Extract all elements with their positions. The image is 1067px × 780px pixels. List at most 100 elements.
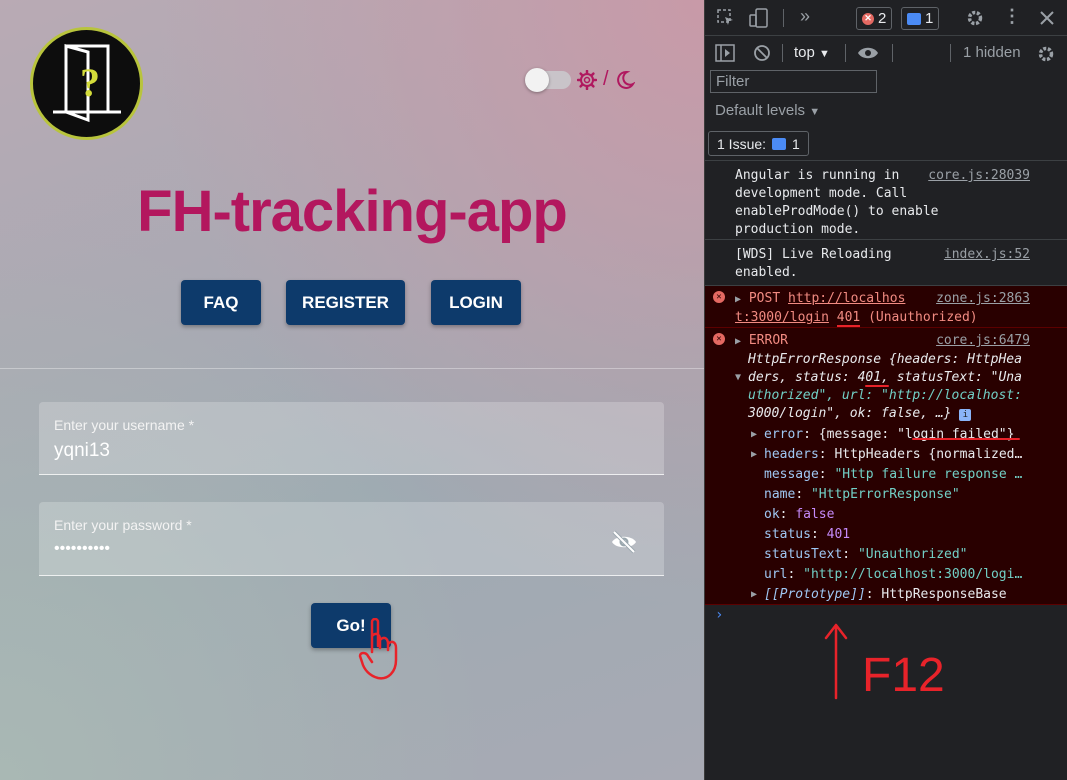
prop-key: [[Prototype]]	[764, 587, 866, 602]
context-label: top	[794, 44, 815, 61]
password-field[interactable]: Enter your password * ••••••••••	[39, 502, 664, 576]
faq-button[interactable]: FAQ	[181, 280, 261, 325]
device-toolbar-icon[interactable]	[749, 8, 769, 28]
error-icon: ✕	[713, 333, 725, 345]
prop-value: 401	[826, 527, 851, 542]
source-link[interactable]: index.js:52	[944, 246, 1030, 264]
password-label: Enter your password *	[54, 517, 192, 533]
more-options-icon[interactable]: ⋮	[1003, 6, 1021, 27]
theme-switch[interactable]	[525, 67, 571, 92]
underline-annotation	[865, 385, 889, 387]
log-line: enableProdMode() to enable	[735, 204, 939, 219]
console-message-wds: [WDS] Live Reloading enabled. index.js:5…	[705, 240, 1067, 286]
message-icon	[907, 12, 921, 25]
console-settings-icon[interactable]	[1036, 44, 1056, 64]
log-levels-label: Default levels	[715, 102, 806, 119]
toolbar-separator	[783, 9, 784, 27]
prop-row: status: 401	[764, 527, 851, 542]
live-expression-eye-icon[interactable]	[857, 46, 879, 60]
message-count: 1	[925, 10, 934, 27]
prop-row: name: "HttpErrorResponse"	[764, 487, 960, 502]
toolbar-separator	[782, 44, 783, 62]
prop-value: "HttpErrorResponse"	[810, 487, 960, 502]
source-link[interactable]: core.js:6479	[936, 332, 1030, 350]
username-label: Enter your username *	[54, 417, 195, 433]
prop-row[interactable]: ▶ headers: HttpHeaders {normalized…	[751, 445, 1067, 465]
prop-value: HttpHeaders {normalized…	[834, 447, 1023, 462]
prop-row: url: "http://localhost:3000/logi…	[764, 567, 1023, 582]
more-tabs-icon[interactable]: »	[800, 6, 810, 27]
app-logo[interactable]: ?	[30, 27, 143, 140]
issue-message-icon	[772, 137, 787, 150]
hidden-count[interactable]: 1 hidden	[963, 44, 1021, 61]
divider	[0, 368, 704, 369]
source-link[interactable]: zone.js:2863	[936, 290, 1030, 308]
switch-knob[interactable]	[525, 67, 549, 92]
prop-row: statusText: "Unauthorized"	[764, 547, 968, 562]
theme-toggle[interactable]: /	[525, 67, 635, 92]
prop-value: "Http failure response …	[834, 467, 1023, 482]
expand-arrow-icon: ▶	[751, 429, 758, 440]
settings-gear-icon[interactable]	[965, 8, 985, 28]
error-properties: ▶ error: {message: "login failed"} ▶ heade…	[748, 425, 1067, 605]
http-method: POST	[748, 291, 781, 306]
app-viewport: ? / FH-tracking-app FAQ REGISTER LOGIN E…	[0, 0, 704, 780]
request-url-cont[interactable]: t:3000/login	[735, 310, 829, 325]
underline-annotation	[912, 438, 1020, 440]
prop-row[interactable]: ▶ error: {message: "login failed"}	[751, 425, 1067, 445]
sidebar-toggle-icon[interactable]	[715, 44, 735, 62]
console-message-angular: Angular is running in development mode. …	[705, 160, 1067, 240]
error-summary: ders, status: 401, statusText: "Una	[748, 370, 1022, 385]
console-error-object: ✕ ▶ ERROR core.js:6479 HttpErrorResponse…	[705, 328, 1067, 605]
prop-key: ok	[764, 507, 780, 522]
page-title: FH-tracking-app	[137, 179, 568, 244]
console-filter-input[interactable]: Filter	[710, 70, 877, 93]
console-prompt[interactable]: ›	[715, 607, 723, 623]
error-count-badge[interactable]: ✕ 2	[856, 7, 893, 30]
error-label: ERROR	[748, 333, 788, 348]
log-line: development mode. Call	[735, 186, 908, 201]
source-link[interactable]: core.js:28039	[928, 167, 1030, 185]
error-icon: ✕	[862, 12, 874, 25]
username-input[interactable]: yqni13	[54, 440, 574, 462]
register-button[interactable]: REGISTER	[286, 280, 405, 325]
request-url[interactable]: http://localhos	[788, 291, 905, 306]
log-line: production mode.	[735, 222, 861, 237]
password-input[interactable]: ••••••••••	[54, 540, 574, 558]
username-field[interactable]: Enter your username * yqni13	[39, 402, 664, 475]
theme-separator: /	[603, 68, 609, 90]
prop-row: message: "Http failure response …	[764, 467, 1023, 482]
close-devtools-icon[interactable]	[1039, 10, 1055, 26]
prop-key: message	[764, 467, 819, 482]
prop-row[interactable]: ▶ [[Prototype]]: HttpResponseBase	[751, 585, 1067, 605]
collapse-arrow-icon[interactable]: ▼	[735, 369, 741, 387]
info-icon[interactable]: i	[959, 409, 972, 421]
error-summary: HttpErrorResponse {headers: HttpHea	[748, 352, 1022, 367]
error-icon: ✕	[713, 291, 725, 303]
arrow-up-annotation	[824, 623, 848, 700]
error-summary: uthorized", url: "http://localhost:	[748, 388, 1022, 403]
prop-key: error	[764, 427, 804, 442]
toolbar-separator	[950, 44, 951, 62]
svg-text:?: ?	[80, 60, 100, 105]
clear-console-icon[interactable]	[753, 44, 771, 62]
expand-arrow-icon[interactable]: ▶	[735, 294, 741, 305]
prop-key: status	[764, 527, 811, 542]
visibility-off-icon[interactable]	[610, 530, 638, 554]
expand-arrow-icon[interactable]: ▶	[735, 336, 741, 347]
log-line: enabled.	[735, 265, 798, 280]
inspect-element-icon[interactable]	[717, 9, 735, 27]
message-count-badge[interactable]: 1	[901, 7, 940, 30]
sun-gear-icon	[577, 69, 597, 90]
door-question-icon: ?	[53, 44, 121, 123]
expand-arrow-icon: ▶	[751, 589, 758, 600]
login-button[interactable]: LOGIN	[431, 280, 521, 325]
console-error-post: ✕ ▶ POST http://localhos t:3000/login 40…	[705, 286, 1067, 328]
log-levels-dropdown[interactable]: Default levels ▼	[715, 102, 820, 119]
devtools-toolbar: » ✕ 2 1 ⋮	[705, 0, 1067, 36]
context-selector[interactable]: top ▼	[794, 44, 830, 61]
error-count: 2	[878, 10, 887, 27]
prop-key: headers	[764, 447, 819, 462]
error-summary-text: 3000/login", ok: false, …}	[748, 406, 952, 421]
issues-button[interactable]: 1 Issue: 1	[708, 131, 809, 156]
